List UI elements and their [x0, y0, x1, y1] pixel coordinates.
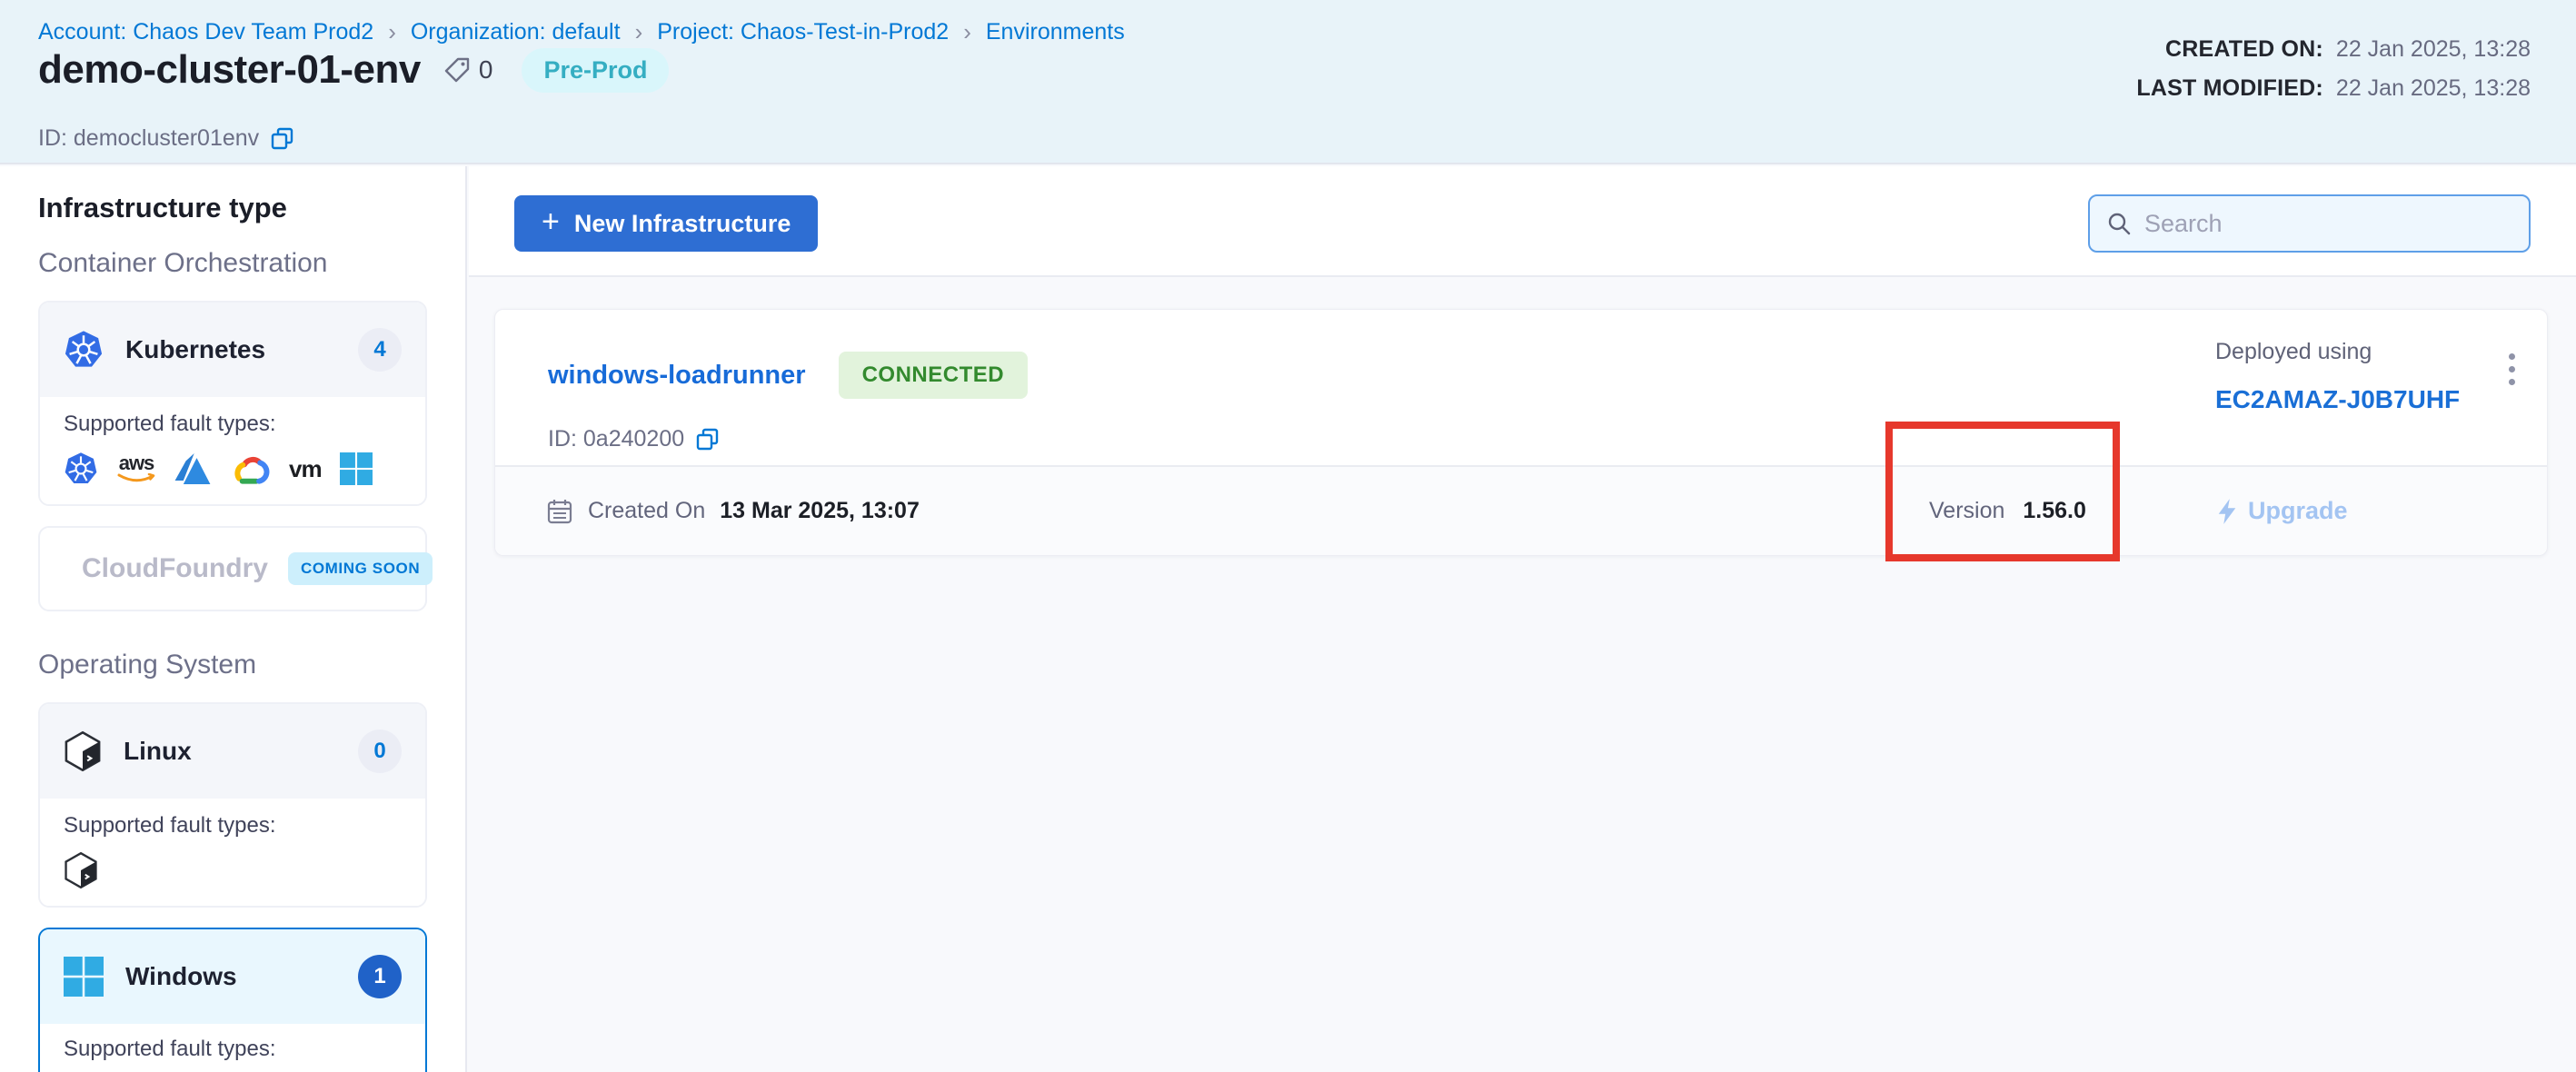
created-on-value: 22 Jan 2025, 13:28 — [2336, 36, 2531, 63]
created-on-label: CREATED ON: — [2165, 36, 2323, 63]
kubernetes-icon — [64, 452, 98, 486]
supported-fault-types-label: Supported fault types: — [64, 813, 402, 839]
plus-icon: + — [542, 204, 560, 240]
infrastructure-card-footer: Created On 13 Mar 2025, 13:07 Version 1.… — [495, 465, 2547, 555]
windows-icon — [64, 957, 104, 997]
last-modified-label: LAST MODIFIED: — [2136, 75, 2323, 102]
breadcrumb-organization[interactable]: Organization: default — [411, 19, 621, 45]
coming-soon-badge: COMING SOON — [288, 552, 433, 585]
last-modified-value: 22 Jan 2025, 13:28 — [2336, 75, 2531, 102]
connected-status-badge: CONNECTED — [839, 352, 1029, 399]
group-operating-system: Operating System — [38, 650, 427, 680]
breadcrumb: Account: Chaos Dev Team Prod2 › Organiza… — [38, 18, 1125, 46]
copy-id-button[interactable] — [270, 126, 295, 152]
vmware-icon: vm — [289, 455, 322, 483]
page-title: demo-cluster-01-env — [38, 47, 421, 93]
upgrade-button[interactable]: Upgrade — [2215, 467, 2348, 555]
linux-fault-icons — [64, 851, 402, 889]
kebab-icon — [2509, 379, 2515, 385]
linux-icon — [64, 731, 102, 771]
environment-type-badge: Pre-Prod — [522, 48, 669, 93]
gcp-icon — [229, 452, 271, 486]
kebab-icon — [2509, 366, 2515, 372]
version-value: 1.56.0 — [2023, 498, 2086, 524]
breadcrumb-account[interactable]: Account: Chaos Dev Team Prod2 — [38, 19, 373, 45]
azure-icon — [174, 453, 211, 484]
copy-infra-id-button[interactable] — [695, 427, 721, 452]
tag-count: 0 — [479, 55, 493, 84]
deployed-using-link[interactable]: EC2AMAZ-J0B7UHF — [2215, 385, 2460, 414]
windows-count-badge: 1 — [358, 955, 402, 998]
sidebar-title: Infrastructure type — [38, 192, 427, 224]
calendar-icon — [546, 498, 573, 525]
infrastructure-card: windows-loadrunner CONNECTED ID: 0a24020… — [494, 309, 2548, 556]
tags-control[interactable]: 0 — [443, 55, 493, 84]
new-infrastructure-button[interactable]: + New Infrastructure — [514, 195, 818, 252]
type-label-linux: Linux — [124, 737, 192, 766]
infrastructure-list: windows-loadrunner CONNECTED ID: 0a24020… — [469, 279, 2576, 1072]
copy-icon — [270, 126, 295, 152]
type-label-windows: Windows — [125, 962, 237, 991]
linux-count-badge: 0 — [358, 730, 402, 773]
aws-icon: aws — [116, 453, 156, 484]
created-on-label: Created On — [588, 498, 705, 524]
supported-fault-types-label: Supported fault types: — [64, 1037, 402, 1062]
group-container-orchestration: Container Orchestration — [38, 248, 427, 279]
toolbar: + New Infrastructure — [469, 166, 2576, 277]
lightning-bolt-icon — [2215, 498, 2239, 525]
type-label-cloudfoundry: CloudFoundry — [82, 553, 268, 584]
chevron-right-icon: › — [961, 18, 973, 46]
kubernetes-count-badge: 4 — [358, 328, 402, 372]
deployed-using-label: Deployed using — [2215, 339, 2372, 364]
environment-meta: CREATED ON: 22 Jan 2025, 13:28 LAST MODI… — [2136, 36, 2531, 102]
page-header: Account: Chaos Dev Team Prod2 › Organiza… — [0, 0, 2576, 164]
card-menu-button[interactable] — [2501, 346, 2522, 392]
supported-fault-types-label: Supported fault types: — [64, 412, 402, 437]
kubernetes-icon — [64, 330, 104, 370]
kebab-icon — [2509, 353, 2515, 360]
search-icon — [2106, 211, 2132, 236]
infrastructure-name-link[interactable]: windows-loadrunner — [548, 361, 806, 391]
linux-icon — [64, 852, 98, 888]
search-box[interactable] — [2088, 194, 2531, 253]
breadcrumb-project[interactable]: Project: Chaos-Test-in-Prod2 — [657, 19, 949, 45]
environment-id: ID: democluster01env — [38, 125, 259, 152]
type-card-linux[interactable]: Linux 0 Supported fault types: — [38, 702, 427, 908]
breadcrumb-environments[interactable]: Environments — [986, 19, 1125, 45]
chevron-right-icon: › — [386, 18, 398, 46]
windows-icon — [340, 452, 373, 485]
type-card-kubernetes[interactable]: Kubernetes 4 Supported fault types: — [38, 301, 427, 506]
tag-icon — [443, 55, 472, 84]
copy-icon — [695, 427, 721, 452]
type-card-windows[interactable]: Windows 1 Supported fault types: — [38, 928, 427, 1072]
search-input[interactable] — [2144, 210, 2512, 238]
kubernetes-fault-icons: aws vm — [64, 450, 402, 488]
version-label: Version — [1929, 498, 2004, 524]
chevron-right-icon: › — [633, 18, 645, 46]
created-on-value: 13 Mar 2025, 13:07 — [720, 498, 920, 524]
type-label-kubernetes: Kubernetes — [125, 335, 265, 364]
infrastructure-id: ID: 0a240200 — [548, 426, 684, 452]
type-card-cloudfoundry[interactable]: CloudFoundry COMING SOON — [38, 526, 427, 611]
infrastructure-type-sidebar: Infrastructure type Container Orchestrat… — [0, 166, 467, 1072]
